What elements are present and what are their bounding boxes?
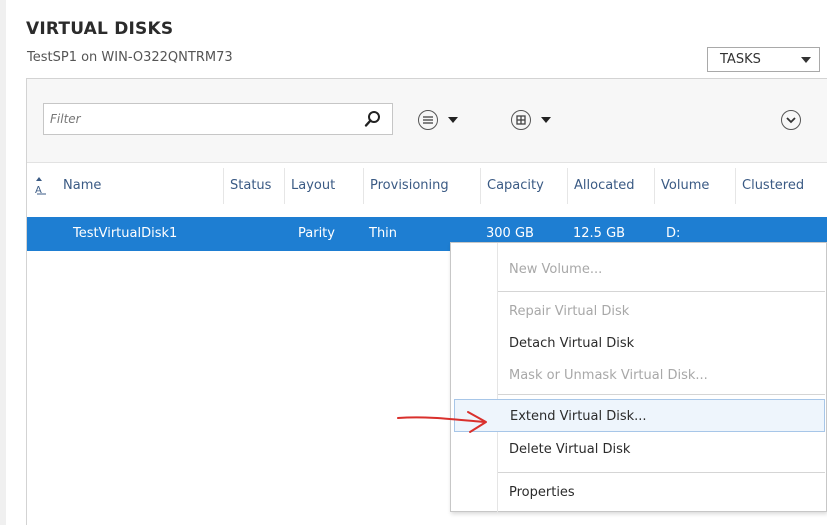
menu-item-mask-unmask-virtual-disk: Mask or Unmask Virtual Disk...: [509, 368, 708, 383]
menu-item-new-volume: New Volume...: [509, 262, 603, 277]
window-edge: [0, 0, 6, 525]
tasks-label: TASKS: [720, 52, 761, 67]
sort-ascending-icon[interactable]: A: [35, 177, 49, 195]
tasks-button[interactable]: TASKS: [707, 47, 820, 72]
menu-item-delete-virtual-disk[interactable]: Delete Virtual Disk: [451, 433, 827, 466]
column-header-allocated[interactable]: Allocated: [567, 168, 657, 204]
list-view-icon: [418, 110, 438, 130]
column-header-volume[interactable]: Volume: [654, 168, 724, 204]
section-title: VIRTUAL DISKS: [26, 19, 174, 39]
menu-separator: [498, 472, 825, 473]
menu-item-extend-virtual-disk[interactable]: Extend Virtual Disk...: [454, 399, 825, 432]
cell-layout: Parity: [298, 226, 335, 241]
annotation-arrow-icon: [397, 411, 487, 433]
menu-item-properties[interactable]: Properties: [451, 476, 827, 509]
group-icon: [511, 110, 531, 130]
chevron-down-icon: [801, 57, 811, 63]
filter-input[interactable]: [50, 110, 350, 128]
column-header-name[interactable]: Name: [57, 168, 221, 204]
filter-box[interactable]: [43, 103, 393, 135]
section-subtitle: TestSP1 on WIN-O322QNTRM73: [27, 50, 233, 65]
column-header-clustered[interactable]: Clustered: [735, 168, 827, 204]
context-menu: New Volume... Repair Virtual Disk Detach…: [450, 242, 827, 513]
menu-separator: [498, 291, 825, 292]
cell-name: TestVirtualDisk1: [73, 226, 178, 241]
list-view-button[interactable]: [418, 109, 458, 131]
column-header-status[interactable]: Status: [223, 168, 283, 204]
toolbar: [27, 79, 827, 163]
chevron-down-icon: [541, 117, 551, 123]
search-icon[interactable]: [364, 110, 382, 128]
cell-provisioning: Thin: [369, 226, 398, 241]
column-header-capacity[interactable]: Capacity: [480, 168, 558, 204]
column-header-layout[interactable]: Layout: [284, 168, 350, 204]
cell-status: [223, 217, 229, 251]
menu-item-detach-virtual-disk[interactable]: Detach Virtual Disk: [451, 327, 827, 360]
group-button[interactable]: [511, 109, 551, 131]
column-header-provisioning[interactable]: Provisioning: [363, 168, 469, 204]
chevron-down-icon: [448, 117, 458, 123]
table-header: A Name Status Layout Provisioning Capaci…: [27, 168, 827, 204]
menu-separator: [498, 394, 825, 395]
expand-icon[interactable]: [781, 110, 801, 130]
menu-item-repair-virtual-disk: Repair Virtual Disk: [509, 304, 630, 319]
